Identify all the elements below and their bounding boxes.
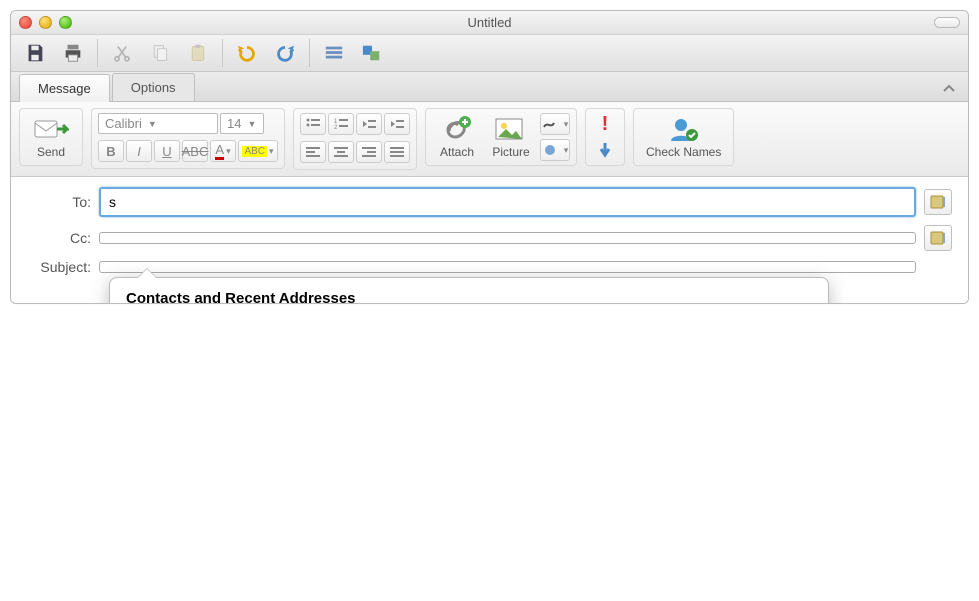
to-input[interactable]: s	[99, 187, 916, 217]
ribbon-tabs: Message Options	[11, 72, 968, 102]
bulleted-list-button[interactable]	[300, 113, 326, 135]
names-group: Check Names	[633, 108, 734, 166]
font-group: Calibri▼ 14▼ B I U ABC A▾ ABC▾	[91, 108, 285, 169]
check-names-button[interactable]: Check Names	[640, 113, 727, 161]
autocomplete-heading: Contacts and Recent Addresses	[110, 286, 828, 304]
subject-input[interactable]	[99, 261, 916, 273]
italic-button[interactable]: I	[126, 140, 152, 162]
paragraph-group: 12	[293, 108, 417, 170]
send-button[interactable]: Send	[26, 113, 76, 161]
flags-group: !	[585, 108, 625, 166]
redo-button[interactable]	[269, 39, 301, 67]
tab-message[interactable]: Message	[19, 74, 110, 102]
undo-button[interactable]	[231, 39, 263, 67]
collapse-ribbon-button[interactable]	[930, 78, 968, 101]
bold-button[interactable]: B	[98, 140, 124, 162]
save-button[interactable]	[19, 39, 51, 67]
zoom-window-button[interactable]	[59, 16, 72, 29]
toolbar-pill-button[interactable]	[934, 17, 960, 28]
window-controls	[19, 16, 72, 29]
font-family-select[interactable]: Calibri▼	[98, 113, 218, 134]
align-justify-button[interactable]	[384, 141, 410, 163]
toggle-list-button[interactable]	[318, 39, 350, 67]
close-window-button[interactable]	[19, 16, 32, 29]
to-label: To:	[27, 194, 91, 210]
high-importance-button[interactable]: !	[592, 113, 618, 135]
svg-text:2: 2	[334, 125, 338, 130]
autocomplete-popover: Contacts and Recent Addresses Eric Soyae…	[109, 277, 829, 304]
align-center-button[interactable]	[328, 141, 354, 163]
increase-indent-button[interactable]	[384, 113, 410, 135]
cut-button[interactable]	[106, 39, 138, 67]
low-importance-button[interactable]	[592, 139, 618, 161]
decrease-indent-button[interactable]	[356, 113, 382, 135]
attach-button[interactable]: Attach	[432, 113, 482, 161]
subject-label: Subject:	[27, 259, 91, 275]
cc-label: Cc:	[27, 230, 91, 246]
strikethrough-button[interactable]: ABC	[182, 140, 208, 162]
paste-button[interactable]	[182, 39, 214, 67]
window-title: Untitled	[11, 15, 968, 30]
numbered-list-button[interactable]: 12	[328, 113, 354, 135]
compose-window: Untitled	[10, 10, 969, 304]
font-size-select[interactable]: 14▼	[220, 113, 264, 134]
ribbon: Send Calibri▼ 14▼ B I U ABC A▾ ABC▾	[11, 102, 968, 177]
address-book-to-button[interactable]	[924, 189, 952, 215]
address-book-cc-button[interactable]	[924, 225, 952, 251]
cc-input[interactable]	[99, 232, 916, 244]
send-group: Send	[19, 108, 83, 166]
titlebar: Untitled	[11, 11, 968, 35]
copy-button[interactable]	[144, 39, 176, 67]
underline-button[interactable]: U	[154, 140, 180, 162]
picture-button[interactable]: Picture	[486, 113, 536, 161]
print-button[interactable]	[57, 39, 89, 67]
font-color-button[interactable]: A▾	[210, 140, 236, 162]
highlight-button[interactable]: ABC▾	[238, 140, 278, 162]
arrange-windows-button[interactable]	[356, 39, 388, 67]
quick-access-toolbar	[11, 35, 968, 72]
tab-options[interactable]: Options	[112, 73, 195, 101]
insert-group: Attach Picture ▾ ▾	[425, 108, 577, 166]
hyperlink-button[interactable]: ▾	[540, 139, 570, 161]
minimize-window-button[interactable]	[39, 16, 52, 29]
align-right-button[interactable]	[356, 141, 382, 163]
header-fields: To: s Cc: Subject: Contacts and Recent A…	[11, 177, 968, 303]
signature-button[interactable]: ▾	[540, 113, 570, 135]
align-left-button[interactable]	[300, 141, 326, 163]
